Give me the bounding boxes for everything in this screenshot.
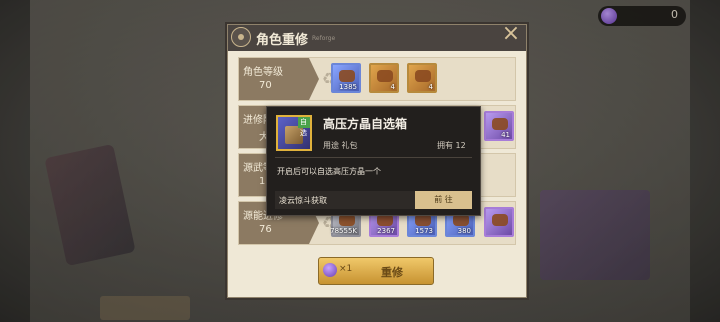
reward-item[interactable]: 1385 <box>331 63 361 93</box>
item-icon <box>415 70 431 82</box>
item-count: 4 <box>428 83 433 91</box>
item-icon <box>492 214 508 226</box>
item-count: 78555K <box>330 227 357 235</box>
item-count: 1385 <box>339 83 357 91</box>
reforge-cost: ×1 <box>339 264 353 274</box>
row-value: 76 <box>259 224 272 235</box>
item-box-icon: 自选 <box>276 115 312 151</box>
item-usage: 用途 礼包 <box>323 141 358 150</box>
item-source: 凌云惊斗获取 <box>279 196 327 205</box>
emblem-icon <box>231 27 251 47</box>
item-count: 380 <box>457 227 471 235</box>
row-value: 70 <box>259 80 272 91</box>
gem-icon <box>323 263 337 277</box>
reforge-button[interactable]: ×1 重修 <box>318 257 434 285</box>
item-icon <box>377 70 393 82</box>
source-bar: 凌云惊斗获取 前 往 <box>275 191 472 209</box>
reward-item[interactable]: 4 <box>369 63 399 93</box>
window-header: 角色重修 Reforge <box>228 25 526 51</box>
reforge-label: 重修 <box>381 266 403 279</box>
item-icon <box>339 70 355 82</box>
close-icon[interactable]: × <box>500 23 522 46</box>
reward-item[interactable] <box>484 207 514 237</box>
item-count: 2367 <box>377 227 395 235</box>
selectable-tag: 自选 <box>298 117 310 137</box>
window-subtitle: Reforge <box>312 35 336 42</box>
reward-item[interactable]: 4 <box>407 63 437 93</box>
item-count: 1573 <box>415 227 433 235</box>
item-description: 开启后可以自选高压方晶一个 <box>277 167 381 176</box>
item-owned: 拥有 12 <box>437 141 466 150</box>
item-count: 41 <box>501 131 510 139</box>
row-character-level: 角色等级 70 ♻ 1385 4 4 <box>238 57 516 101</box>
window-title: 角色重修 <box>256 33 309 48</box>
item-title: 高压方晶自选箱 <box>323 117 408 131</box>
row-name: 角色等级 <box>243 67 283 78</box>
row-label: 角色等级 70 <box>239 58 319 100</box>
divider <box>275 157 472 158</box>
item-count: 4 <box>390 83 395 91</box>
reward-item[interactable]: 41 <box>484 111 514 141</box>
go-button[interactable]: 前 往 <box>415 191 472 209</box>
item-tooltip: 自选 高压方晶自选箱 用途 礼包 拥有 12 开启后可以自选高压方晶一个 凌云惊… <box>266 106 481 216</box>
item-icon <box>492 118 508 130</box>
